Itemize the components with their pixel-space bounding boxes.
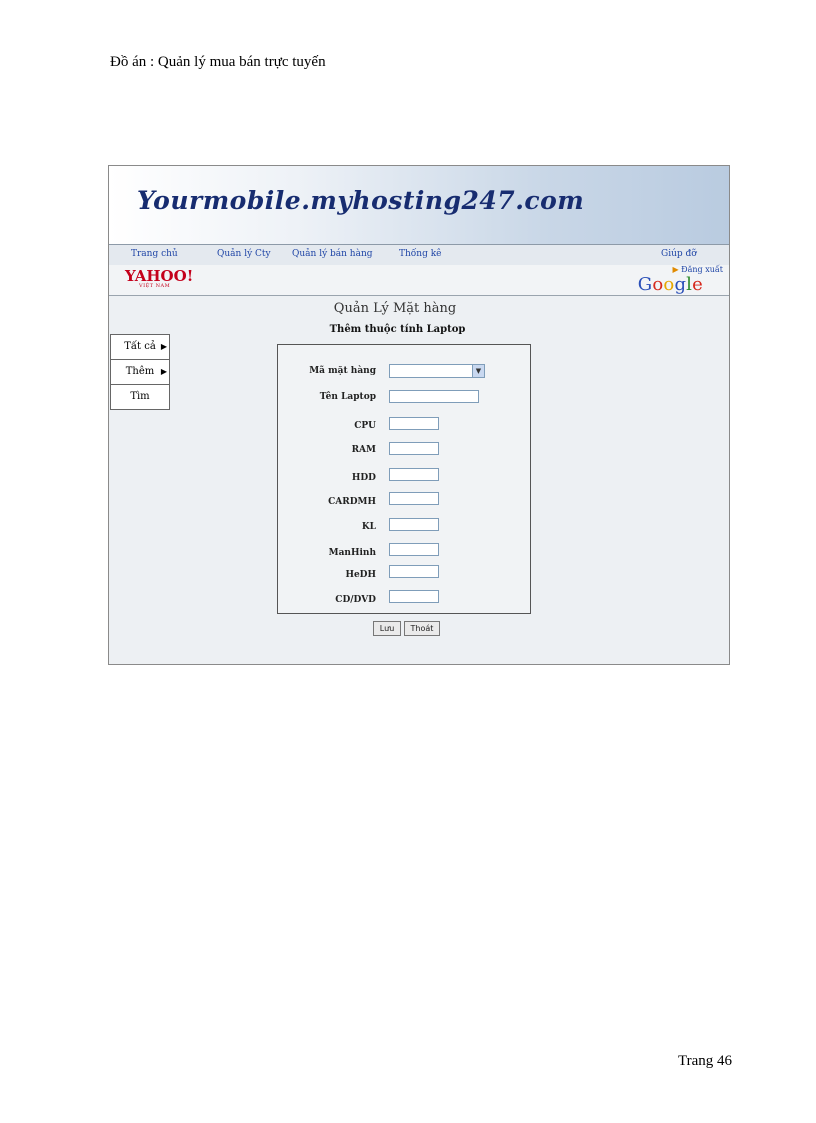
- field-label-card: CARDMH: [328, 497, 376, 507]
- cpu-input[interactable]: [389, 417, 439, 430]
- side-menu-label: Thêm: [125, 366, 155, 377]
- google-letter: G: [637, 274, 653, 295]
- field-label-item-code: Mã mặt hàng: [309, 366, 376, 376]
- google-logo: Google: [638, 274, 703, 295]
- banner-title: Yourmobile.myhosting247.com: [137, 186, 585, 215]
- google-letter: o: [663, 274, 675, 295]
- yahoo-logo: YAHOO!: [125, 267, 194, 285]
- side-menu-all[interactable]: Tất cả ▶: [110, 334, 170, 360]
- field-label-ram: RAM: [351, 445, 376, 455]
- nav-statistics[interactable]: Thống kê: [399, 249, 442, 259]
- field-label-weight: KL: [361, 522, 376, 532]
- os-input[interactable]: [389, 565, 439, 578]
- google-letter: e: [692, 274, 703, 295]
- chevron-down-icon: ▼: [472, 365, 484, 377]
- field-label-cd-dvd: CD/DVD: [335, 595, 376, 605]
- page-number: Trang 46: [677, 1053, 732, 1069]
- side-menu-add[interactable]: Thêm ▶: [110, 359, 170, 385]
- field-label-laptop-name: Tên Laptop: [319, 392, 376, 402]
- nav-company[interactable]: Quản lý Cty: [217, 249, 271, 259]
- arrow-right-icon: ▶: [160, 367, 167, 376]
- logo-row: YAHOO! VIỆT NAM ▶ Đăng xuất Google: [109, 265, 729, 295]
- nav-home[interactable]: Trang chủ: [131, 249, 178, 259]
- exit-button[interactable]: Thoát: [404, 621, 440, 636]
- side-menu-search[interactable]: Tìm: [110, 384, 170, 410]
- nav-sales[interactable]: Quản lý bán hàng: [292, 249, 373, 259]
- document-header: Đồ án : Quản lý mua bán trực tuyến: [110, 54, 326, 70]
- save-button[interactable]: Lưu: [373, 621, 401, 636]
- arrow-right-icon: ▶: [160, 342, 167, 351]
- logout-label: Đăng xuất: [681, 265, 723, 274]
- field-label-cpu: CPU: [354, 421, 376, 431]
- field-label-screen: ManHinh: [328, 548, 376, 558]
- app-screenshot: Yourmobile.myhosting247.com Trang chủ Qu…: [108, 165, 730, 665]
- field-label-hdd: HDD: [351, 473, 376, 483]
- hdd-input[interactable]: [389, 468, 439, 481]
- weight-input[interactable]: [389, 518, 439, 531]
- card-input[interactable]: [389, 492, 439, 505]
- google-letter: g: [674, 274, 687, 295]
- google-letter: o: [652, 274, 664, 295]
- item-code-select[interactable]: ▼: [389, 364, 485, 378]
- site-banner: Yourmobile.myhosting247.com: [109, 166, 729, 244]
- side-menu-label: Tất cả: [124, 341, 156, 352]
- main-nav: Trang chủ Quản lý Cty Quản lý bán hàng T…: [109, 244, 729, 266]
- side-menu-label: Tìm: [130, 391, 150, 402]
- yahoo-logo-subtext: VIỆT NAM: [139, 283, 171, 289]
- cd-dvd-input[interactable]: [389, 590, 439, 603]
- nav-help[interactable]: Giúp đỡ: [661, 249, 697, 259]
- form-subtitle: Thêm thuộc tính Laptop: [329, 324, 466, 335]
- arrow-right-icon: ▶: [672, 265, 679, 274]
- page-title: Quản Lý Mặt hàng: [333, 301, 457, 316]
- header-divider: [109, 295, 729, 296]
- screen-input[interactable]: [389, 543, 439, 556]
- ram-input[interactable]: [389, 442, 439, 455]
- laptop-name-input[interactable]: [389, 390, 479, 403]
- logout-link[interactable]: ▶ Đăng xuất: [672, 265, 723, 274]
- side-menu: Tất cả ▶ Thêm ▶ Tìm: [110, 334, 170, 410]
- field-label-os: HeDH: [345, 570, 376, 580]
- laptop-form: Mã mặt hàng ▼ Tên Laptop CPU RAM HDD CAR…: [277, 344, 531, 614]
